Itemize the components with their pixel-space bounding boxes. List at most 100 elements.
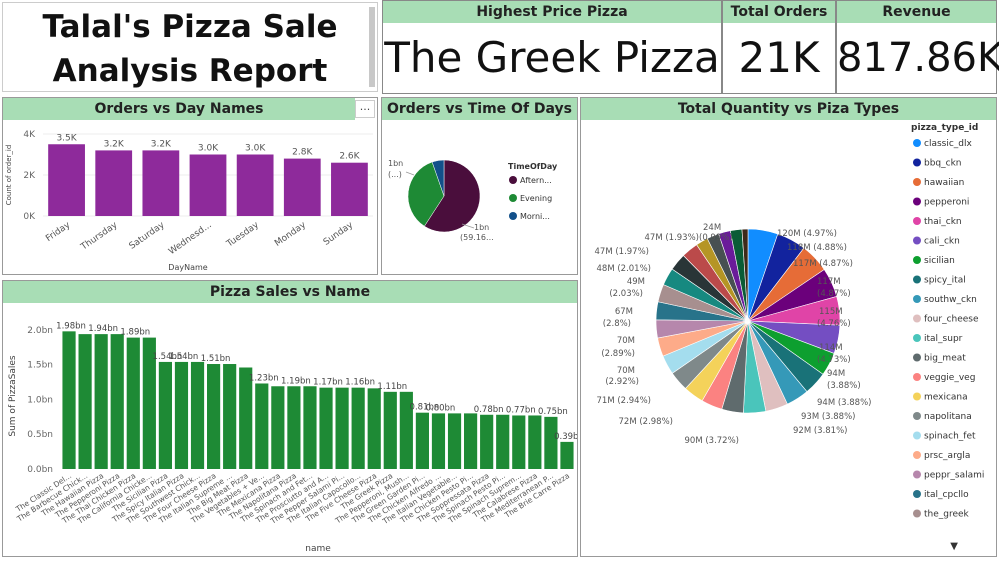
data-label: 0.77bn: [506, 405, 536, 415]
orders-vs-time-panel[interactable]: Orders vs Time Of Days 1bn (...) 1bn (59.16…: [381, 97, 578, 275]
data-label: 3.2K: [104, 139, 125, 149]
pizza-sales-chart: 0.0bn0.5bn1.0bn1.5bn2.0bn 1.98bnThe Class…: [8, 321, 577, 554]
legend-marker: [913, 158, 921, 167]
bar: [351, 387, 365, 469]
scrollbar[interactable]: [369, 7, 375, 87]
pizza-sales-panel[interactable]: Pizza Sales vs Name 0.0bn 0.5bn 1.0bn 1.5bn…: [2, 280, 578, 557]
bar: [110, 334, 124, 469]
data-label: 1.16bn: [345, 378, 375, 388]
legend-marker: [509, 212, 517, 220]
data-label: 47M (1.97%): [595, 247, 650, 257]
x-tick-label: Sunday: [322, 220, 356, 248]
kpi-highest-price: Highest Price Pizza The Greek Pizza: [382, 0, 722, 94]
bar: [48, 144, 85, 216]
legend-marker: [509, 194, 517, 202]
data-label: 0.75bn: [538, 407, 568, 417]
data-label: 117M: [817, 277, 841, 287]
legend-label: spicy_ital: [924, 276, 966, 286]
bar: [271, 386, 285, 469]
legend-label: pepperoni: [924, 198, 969, 208]
bar: [319, 387, 333, 469]
bar: [331, 162, 368, 216]
data-label: 94M (3.88%): [817, 398, 872, 408]
data-label: 117M (4.87%): [793, 259, 853, 269]
data-label: 1.19bn: [281, 376, 311, 386]
legend-marker: [913, 431, 921, 440]
legend-label: cali_ckn: [924, 237, 960, 247]
legend-label: ital_supr: [924, 334, 963, 344]
orders-vs-time-chart: 1bn(...)1bn(59.16...TimeOfDayAftern...Ev…: [388, 159, 558, 242]
legend-marker: [913, 217, 921, 225]
report-title: Talal's Pizza Sale Analysis Report: [3, 3, 377, 93]
legend-marker: [913, 295, 921, 303]
x-tick-label: Tuesday: [224, 220, 261, 250]
data-label: 1.54bn: [169, 352, 199, 362]
legend-label: Evening: [520, 194, 552, 203]
data-label: (4.73%): [817, 355, 851, 365]
data-label: 0.39bn: [554, 432, 577, 442]
bar: [207, 364, 221, 469]
bar: [62, 331, 76, 469]
data-label: 1.98bn: [56, 321, 86, 331]
data-label: (...): [388, 170, 402, 179]
legend-scroll-down-icon[interactable]: ▼: [950, 541, 958, 552]
legend-marker: [913, 412, 921, 420]
bar: [464, 413, 478, 469]
x-axis-label: DayName: [168, 263, 207, 272]
bar: [447, 413, 462, 469]
y-tick-label: 0.0bn: [27, 465, 53, 475]
legend-label: prsc_argla: [924, 451, 970, 461]
data-label: 1.23bn: [249, 373, 279, 383]
y-tick-label: 2.0bn: [27, 326, 53, 336]
bar: [95, 150, 133, 216]
legend-marker: [913, 353, 921, 362]
y-tick-label: 0.5bn: [27, 430, 53, 440]
data-label: 49M: [627, 277, 645, 287]
data-label: 114M: [819, 343, 843, 353]
legend-label: the_greek: [924, 510, 970, 520]
report-title-line2: Analysis Report: [52, 53, 328, 89]
legend-label: classic_dlx: [924, 139, 973, 149]
more-options-button[interactable]: ···: [355, 100, 375, 118]
bar: [383, 391, 397, 469]
data-label: 47M (1.93%): [645, 233, 700, 243]
data-label: (59.16...: [460, 233, 494, 242]
legend-label: Aftern...: [520, 176, 552, 185]
qty-vs-type-title: Total Quantity vs Piza Types: [581, 98, 996, 120]
legend-label: sicilian: [924, 256, 955, 266]
legend-label: bbq_ckn: [924, 159, 962, 169]
legend-marker: [913, 490, 921, 498]
pizza-sales-title: Pizza Sales vs Name: [3, 281, 577, 303]
bar: [283, 158, 321, 216]
bar: [190, 361, 205, 469]
legend-marker: [913, 197, 921, 206]
data-label: (2.03%): [609, 289, 643, 299]
data-label: 67M: [615, 307, 633, 317]
data-label: 1.11bn: [377, 382, 407, 392]
orders-vs-day-panel[interactable]: Orders vs Day Names ··· 0K 2K 4K 3.5K Friday…: [2, 97, 378, 275]
y-tick-label: 1.5bn: [27, 361, 53, 371]
bar: [367, 388, 381, 469]
data-label: 93M (3.88%): [801, 412, 856, 422]
qty-vs-type-panel[interactable]: Total Quantity vs Piza Types 120M (4.97%…: [580, 97, 997, 557]
y-tick-label: 2K: [23, 171, 36, 181]
bar: [512, 415, 526, 469]
kpi-revenue-label: Revenue: [837, 1, 996, 23]
legend-label: veggie_veg: [924, 373, 975, 383]
kpi-highest-price-label: Highest Price Pizza: [383, 1, 721, 23]
orders-vs-day-title: Orders vs Day Names: [3, 98, 355, 120]
kpi-total-orders: Total Orders 21K: [722, 0, 836, 94]
legend-label: southw_ckn: [924, 295, 977, 305]
bar: [560, 441, 574, 469]
legend-marker: [913, 178, 921, 186]
qty-vs-type-chart: 120M (4.97%) 118M (4.88%) 117M (4.87%) 117M…: [595, 123, 985, 520]
kpi-total-orders-label: Total Orders: [723, 1, 835, 23]
x-tick-label: Monday: [273, 220, 308, 249]
bar: [287, 386, 301, 469]
bar: [528, 415, 542, 469]
x-tick-label: Friday: [44, 220, 73, 244]
data-label: 94M: [827, 369, 845, 379]
bar: [78, 334, 92, 469]
data-label: 3.0K: [245, 144, 266, 154]
data-label: 3.0K: [198, 144, 219, 154]
